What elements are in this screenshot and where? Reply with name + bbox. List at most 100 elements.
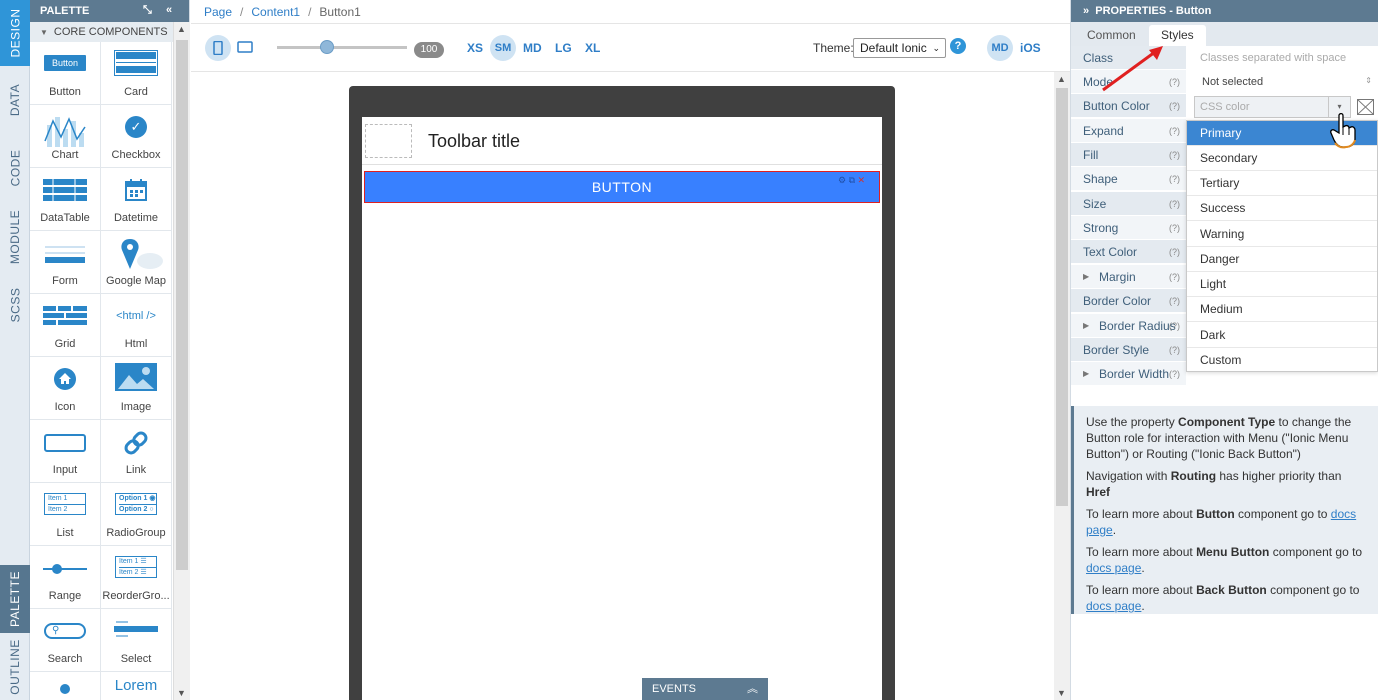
color-option-custom[interactable]: Custom xyxy=(1187,348,1377,373)
prop-fill[interactable]: Fill (?) xyxy=(1071,143,1186,167)
color-option-success[interactable]: Success xyxy=(1187,196,1377,221)
palette-item-datatable[interactable]: DataTable xyxy=(30,168,101,231)
tab-design[interactable]: DESIGN xyxy=(0,0,30,66)
toolbar-buttons-slot[interactable] xyxy=(365,124,412,158)
prop-margin[interactable]: ▶ Margin (?) xyxy=(1071,265,1186,289)
palette-item-reordergroup[interactable]: Item 1 ☰ Item 2 ☰ ReorderGro... xyxy=(101,546,172,609)
remove-icon[interactable]: ✕ xyxy=(858,175,866,185)
prop-text-color[interactable]: Text Color (?) xyxy=(1071,240,1186,264)
palette-item-search[interactable]: ⚲ Search xyxy=(30,609,101,672)
palette-scrollbar[interactable]: ▲ ▼ xyxy=(173,22,190,700)
color-option-secondary[interactable]: Secondary xyxy=(1187,146,1377,171)
theme-select[interactable]: Default Ionic ⌄ xyxy=(853,38,946,58)
expand-right-icon[interactable]: » xyxy=(1083,5,1089,17)
help-icon[interactable]: (?) xyxy=(1169,143,1180,167)
palette-item-lorem[interactable]: Lorem xyxy=(101,672,172,700)
color-option-warning[interactable]: Warning xyxy=(1187,222,1377,247)
palette-item-checkbox[interactable]: ✓ Checkbox xyxy=(101,105,172,168)
prop-border-radius[interactable]: ▶ Border Radius (?) xyxy=(1071,314,1186,338)
no-color-icon[interactable] xyxy=(1357,99,1374,115)
prop-border-style[interactable]: Border Style (?) xyxy=(1071,338,1186,362)
phone-view-button[interactable] xyxy=(205,35,231,61)
help-icon[interactable]: (?) xyxy=(1169,216,1180,240)
palette-item-partial[interactable] xyxy=(30,672,101,700)
help-icon[interactable]: (?) xyxy=(1169,167,1180,191)
tab-code[interactable]: CODE xyxy=(0,134,30,202)
prop-strong[interactable]: Strong (?) xyxy=(1071,216,1186,240)
settings-icon[interactable]: ⚙ xyxy=(838,175,846,185)
zoom-slider-handle[interactable] xyxy=(320,40,334,54)
palette-section-header[interactable]: ▼ CORE COMPONENTS xyxy=(30,22,173,42)
breadcrumb-page[interactable]: Page xyxy=(204,5,232,19)
prop-border-width[interactable]: ▶ Border Width (?) xyxy=(1071,362,1186,386)
palette-item-icon[interactable]: Icon xyxy=(30,357,101,420)
palette-item-datetime[interactable]: Datetime xyxy=(101,168,172,231)
tab-outline[interactable]: OUTLINE xyxy=(0,633,30,700)
palette-item-link[interactable]: Link xyxy=(101,420,172,483)
button-color-input[interactable]: CSS color ▾ xyxy=(1194,96,1351,118)
prop-size[interactable]: Size (?) xyxy=(1071,192,1186,216)
prop-shape[interactable]: Shape (?) xyxy=(1071,167,1186,191)
palette-item-google-map[interactable]: Google Map xyxy=(101,231,172,294)
zoom-slider-track[interactable] xyxy=(277,46,407,49)
palette-item-select[interactable]: Select xyxy=(101,609,172,672)
help-icon[interactable]: ? xyxy=(950,38,966,54)
color-option-tertiary[interactable]: Tertiary xyxy=(1187,171,1377,196)
breakpoint-md[interactable]: MD xyxy=(523,41,542,55)
help-icon[interactable]: (?) xyxy=(1169,70,1180,94)
help-icon[interactable]: (?) xyxy=(1169,192,1180,216)
scroll-up-icon[interactable]: ▲ xyxy=(1057,74,1066,84)
mode-md-button[interactable]: MD xyxy=(987,35,1013,61)
palette-item-list[interactable]: Item 1 Item 2 List xyxy=(30,483,101,546)
prop-border-color[interactable]: Border Color (?) xyxy=(1071,289,1186,313)
scroll-up-icon[interactable]: ▲ xyxy=(177,24,186,34)
color-option-light[interactable]: Light xyxy=(1187,272,1377,297)
help-icon[interactable]: (?) xyxy=(1169,265,1180,289)
tab-data[interactable]: DATA xyxy=(0,66,30,134)
palette-item-html[interactable]: <html /> Html xyxy=(101,294,172,357)
breakpoint-sm[interactable]: SM xyxy=(490,35,516,61)
color-option-medium[interactable]: Medium xyxy=(1187,297,1377,322)
breakpoint-xs[interactable]: XS xyxy=(467,41,483,55)
tab-module[interactable]: MODULE xyxy=(0,202,30,272)
prop-button-color[interactable]: Button Color (?) xyxy=(1071,94,1186,118)
tab-scss[interactable]: SCSS xyxy=(0,272,30,338)
help-icon[interactable]: (?) xyxy=(1169,119,1180,143)
collapse-left-icon[interactable]: « xyxy=(166,4,172,16)
scroll-down-icon[interactable]: ▼ xyxy=(1057,688,1066,698)
help-icon[interactable]: (?) xyxy=(1169,338,1180,362)
breadcrumb-content[interactable]: Content1 xyxy=(251,5,300,19)
palette-item-grid[interactable]: Grid xyxy=(30,294,101,357)
palette-item-input[interactable]: Input xyxy=(30,420,101,483)
docs-link-menu-button[interactable]: docs page xyxy=(1086,561,1141,575)
canvas-scrollbar[interactable]: ▲ ▼ xyxy=(1054,72,1070,700)
docs-link-back-button[interactable]: docs page xyxy=(1086,599,1141,613)
help-icon[interactable]: (?) xyxy=(1169,362,1180,386)
help-icon[interactable]: (?) xyxy=(1169,94,1180,118)
prop-expand[interactable]: Expand (?) xyxy=(1071,119,1186,143)
color-option-danger[interactable]: Danger xyxy=(1187,247,1377,272)
scrollbar-thumb[interactable] xyxy=(176,40,188,570)
help-icon[interactable]: (?) xyxy=(1169,240,1180,264)
selected-button-component[interactable]: BUTTON xyxy=(364,171,880,203)
tablet-view-button[interactable] xyxy=(237,41,253,56)
palette-item-image[interactable]: Image xyxy=(101,357,172,420)
expand-icon[interactable]: ⤡ xyxy=(143,4,152,17)
toolbar-title[interactable]: Toolbar title xyxy=(428,131,520,152)
color-option-dark[interactable]: Dark xyxy=(1187,323,1377,348)
help-icon[interactable]: (?) xyxy=(1169,289,1180,313)
palette-item-radiogroup[interactable]: Option 1 ◉ Option 2 ○ RadioGroup xyxy=(101,483,172,546)
scrollbar-thumb[interactable] xyxy=(1056,88,1068,506)
events-panel-toggle[interactable]: EVENTS ︽ xyxy=(642,678,768,700)
mode-select[interactable]: Not selected ⇕ xyxy=(1202,76,1372,88)
mode-ios-button[interactable]: iOS xyxy=(1020,41,1041,55)
palette-item-form[interactable]: Form xyxy=(30,231,101,294)
palette-item-range[interactable]: Range xyxy=(30,546,101,609)
help-icon[interactable]: (?) xyxy=(1169,314,1180,338)
class-input[interactable]: Classes separated with space xyxy=(1200,52,1346,64)
tab-palette[interactable]: PALETTE xyxy=(0,565,30,633)
palette-item-button[interactable]: Button Button xyxy=(30,42,101,105)
breakpoint-xl[interactable]: XL xyxy=(585,41,600,55)
scroll-down-icon[interactable]: ▼ xyxy=(177,688,186,698)
palette-item-chart[interactable]: Chart xyxy=(30,105,101,168)
